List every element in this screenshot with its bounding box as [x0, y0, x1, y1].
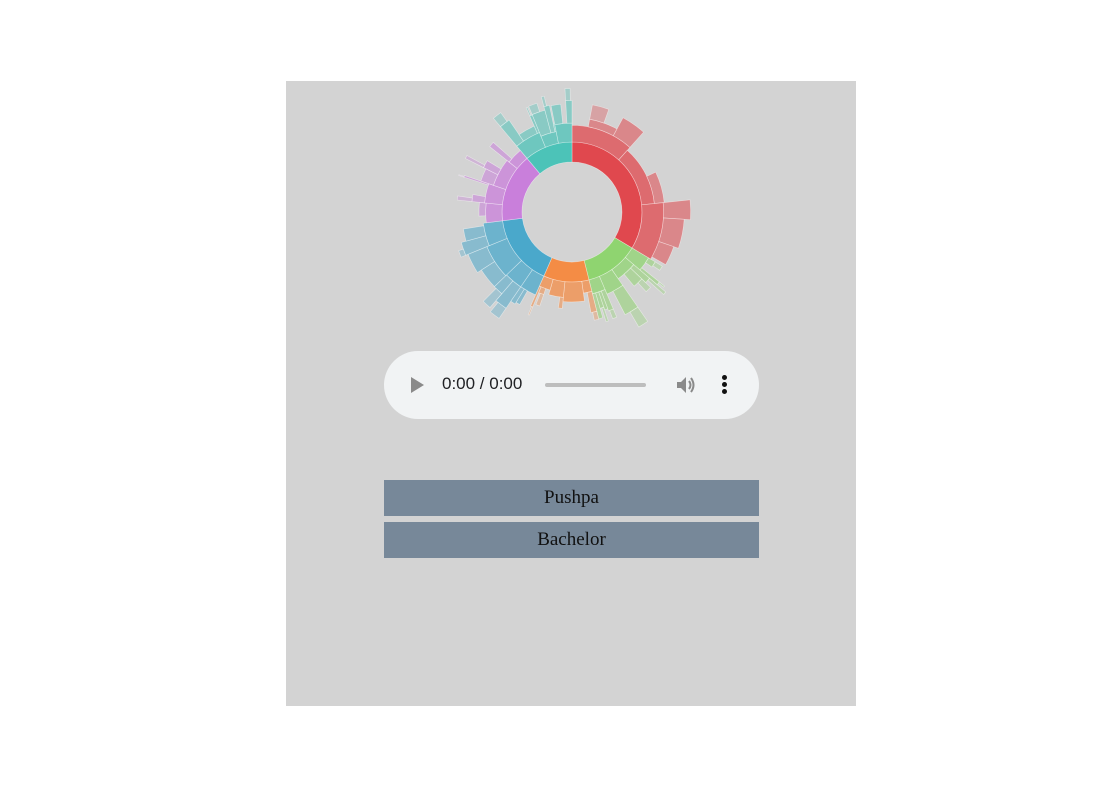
seek-bar[interactable]	[545, 383, 646, 387]
time-display: 0:00 / 0:00	[442, 374, 523, 393]
sunburst-segment	[478, 201, 487, 217]
sunburst-segment	[562, 280, 585, 303]
audio-player[interactable]: 0:00 / 0:00	[384, 351, 759, 419]
app-panel: 0:00 / 0:00 Pushpa Bachelor	[286, 81, 856, 706]
sunburst-segment	[652, 261, 663, 271]
sunburst-segment	[609, 308, 618, 320]
sunburst-segment	[565, 100, 573, 124]
sunburst-segment	[527, 306, 534, 316]
play-icon[interactable]	[411, 377, 424, 393]
sunburst-segment	[485, 202, 503, 224]
sunburst-segment	[564, 88, 571, 101]
sunburst-segment	[471, 194, 486, 204]
song-button-pushpa[interactable]: Pushpa	[384, 480, 759, 516]
song-button-bachelor[interactable]: Bachelor	[384, 522, 759, 558]
more-options-icon[interactable]	[722, 375, 728, 395]
sunburst-segment	[465, 155, 486, 168]
sunburst-segment	[629, 306, 649, 328]
sunburst-segment	[456, 195, 473, 202]
volume-icon[interactable]	[675, 375, 697, 395]
sunburst-chart	[456, 88, 691, 328]
sunburst-segment	[489, 141, 513, 163]
sunburst-segment	[458, 174, 465, 178]
sunburst-segment	[558, 296, 564, 309]
sunburst-segment	[540, 95, 547, 107]
sunburst-segment	[662, 199, 691, 221]
